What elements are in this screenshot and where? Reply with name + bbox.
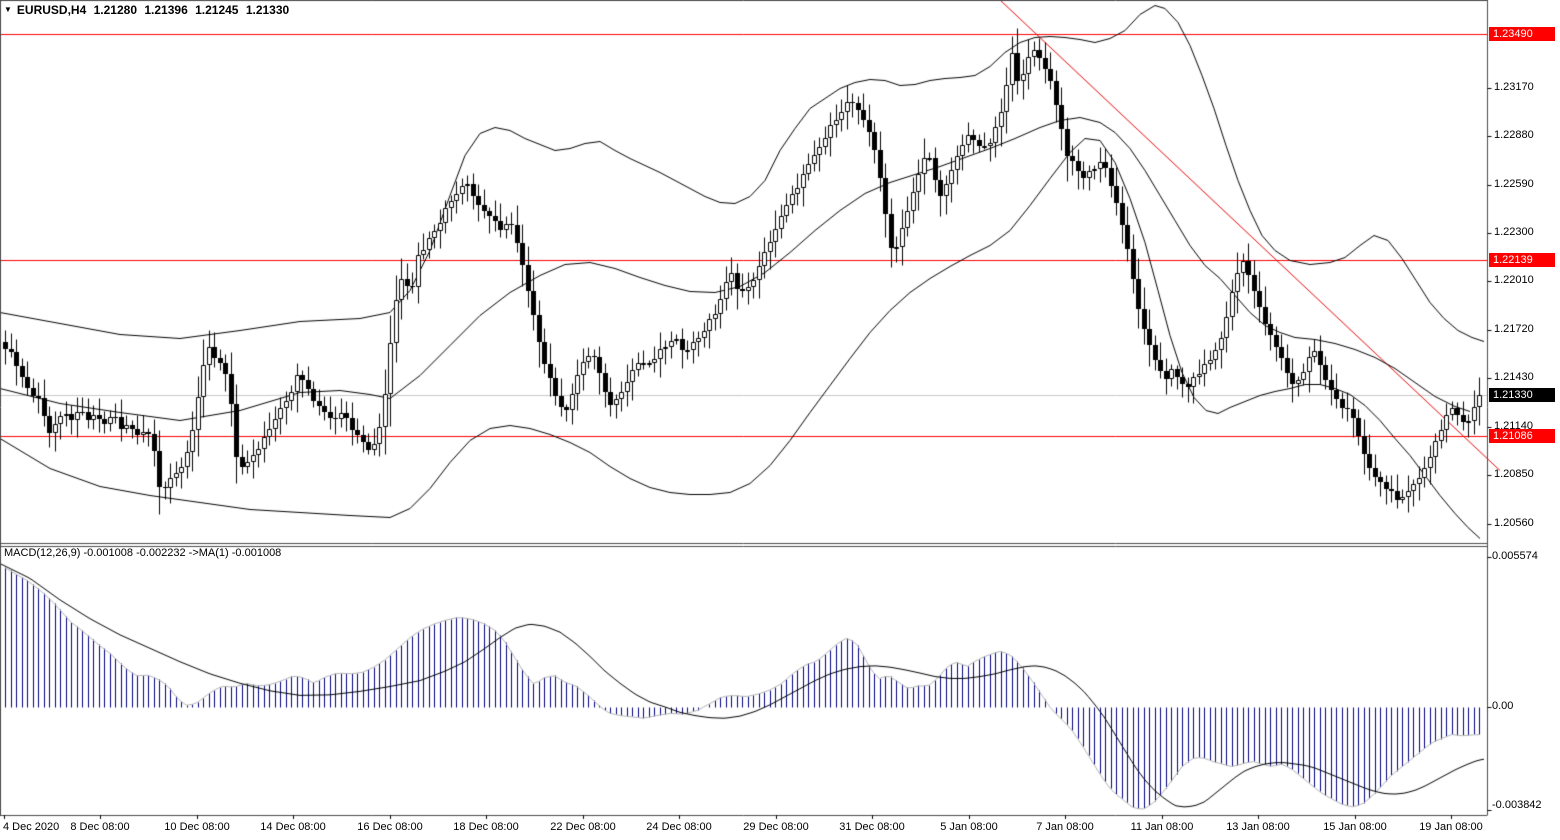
close-value: 1.21330 [246, 3, 289, 17]
time-axis-label: 24 Dec 08:00 [634, 821, 724, 833]
time-axis-label: 13 Jan 08:00 [1213, 821, 1303, 833]
price-tick-label: 1.23170 [1494, 81, 1534, 93]
high-value: 1.21396 [144, 3, 187, 17]
price-tick-label: 1.22010 [1494, 274, 1534, 286]
time-axis-label: 15 Jan 08:00 [1310, 821, 1400, 833]
chart-window: ▼ EURUSD,H4 1.21280 1.21396 1.21245 1.213… [0, 0, 1560, 840]
price-tick-label: 1.21720 [1494, 323, 1534, 335]
time-axis-label: 29 Dec 08:00 [731, 821, 821, 833]
time-axis-label: 14 Dec 08:00 [248, 821, 338, 833]
price-tick-label: 1.21430 [1494, 371, 1534, 383]
current-price-badge: 1.21330 [1489, 388, 1555, 402]
symbol-dropdown-icon: ▼ [4, 5, 12, 14]
time-axis-label: 5 Jan 08:00 [924, 821, 1014, 833]
open-value: 1.21280 [94, 3, 137, 17]
time-axis-label: 4 Dec 2020 [3, 821, 59, 833]
ohlc-info-bar: ▼ EURUSD,H4 1.21280 1.21396 1.21245 1.213… [4, 3, 293, 17]
macd-indicator-label: MACD(12,26,9) -0.001008 -0.002232 ->MA(1… [4, 547, 281, 559]
time-axis-label: 31 Dec 08:00 [827, 821, 917, 833]
price-tick-label: 1.20560 [1494, 517, 1534, 529]
time-axis-label: 8 Dec 08:00 [55, 821, 145, 833]
time-axis-label: 22 Dec 08:00 [538, 821, 628, 833]
low-value: 1.21245 [195, 3, 238, 17]
level-price-badge-3: 1.21086 [1489, 429, 1555, 443]
chart-canvas[interactable] [0, 0, 1560, 840]
time-axis-label: 10 Dec 08:00 [152, 821, 242, 833]
time-axis-label: 16 Dec 08:00 [345, 821, 435, 833]
macd-tick-label: 0.00 [1492, 700, 1513, 712]
macd-tick-label: -0.003842 [1492, 799, 1542, 811]
symbol-timeframe: EURUSD,H4 [17, 3, 86, 17]
price-tick-label: 1.22300 [1494, 226, 1534, 238]
time-axis-label: 11 Jan 08:00 [1117, 821, 1207, 833]
time-axis-label: 18 Dec 08:00 [441, 821, 531, 833]
time-axis-label: 19 Jan 08:00 [1406, 821, 1496, 833]
price-tick-label: 1.22880 [1494, 129, 1534, 141]
level-price-badge-2: 1.22139 [1489, 253, 1555, 267]
time-axis-label: 7 Jan 08:00 [1020, 821, 1110, 833]
price-tick-label: 1.20850 [1494, 468, 1534, 480]
macd-tick-label: 0.005574 [1492, 550, 1538, 562]
price-tick-label: 1.22590 [1494, 178, 1534, 190]
level-price-badge-1: 1.23490 [1489, 27, 1555, 41]
